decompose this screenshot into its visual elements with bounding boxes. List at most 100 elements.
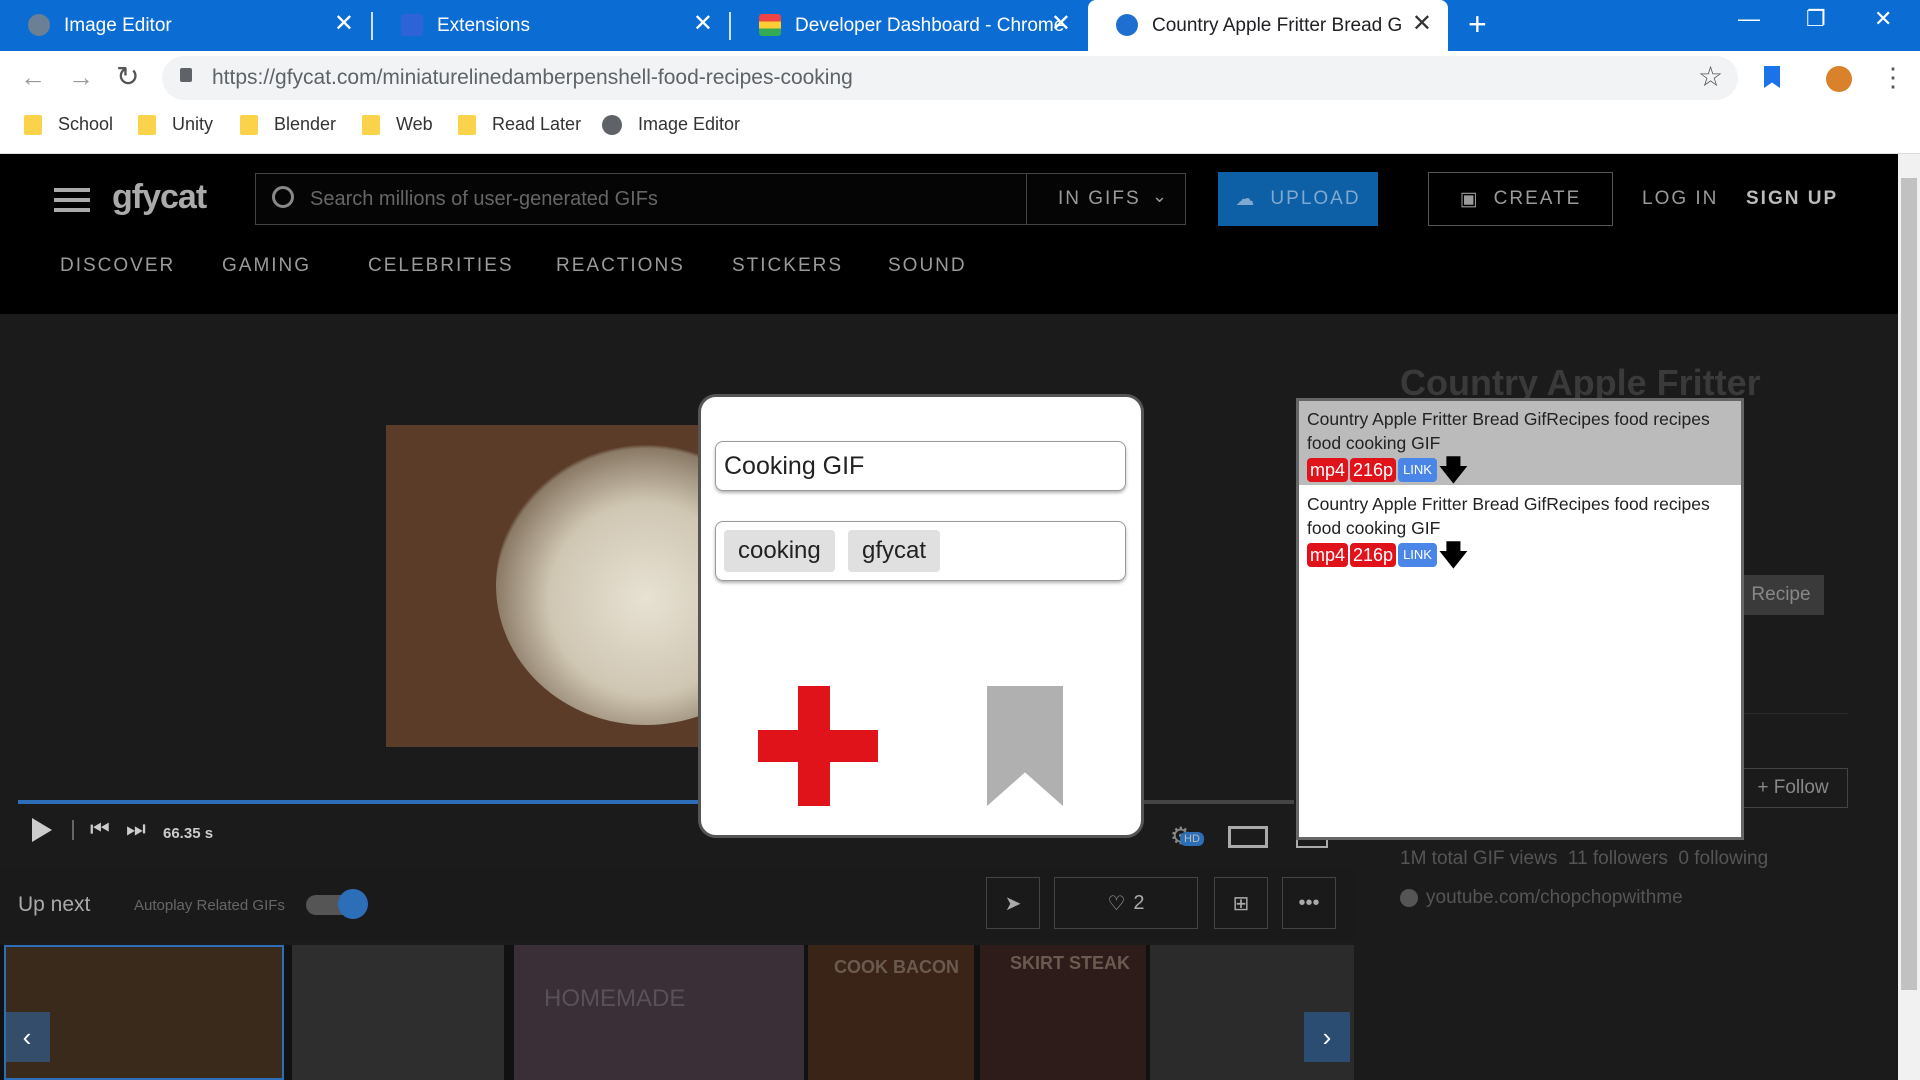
- hd-badge: HD: [1180, 832, 1204, 846]
- nav-stickers[interactable]: STICKERS: [732, 255, 843, 277]
- thumb-caption: HOMEMADE: [544, 985, 686, 1012]
- chevron-down-icon[interactable]: ⌄: [1152, 186, 1167, 207]
- gfycat-favicon-icon: [1116, 14, 1138, 36]
- previous-frame-icon[interactable]: ⏮: [90, 816, 110, 842]
- create-button[interactable]: ▣ CREATE: [1428, 172, 1613, 226]
- folder-icon: [138, 114, 156, 135]
- close-icon[interactable]: ✕: [693, 12, 713, 36]
- format-badge[interactable]: mp4: [1307, 458, 1349, 483]
- like-button[interactable]: ♡ 2: [1054, 877, 1198, 929]
- download-item[interactable]: Country Apple Fritter Bread GifRecipes f…: [1299, 401, 1741, 485]
- nav-reactions[interactable]: REACTIONS: [556, 255, 685, 277]
- tag-chip[interactable]: cooking: [724, 530, 835, 572]
- tab-title: Developer Dashboard - Chrome: [795, 14, 1065, 36]
- url-text: https://gfycat.com/miniaturelinedamberpe…: [212, 66, 853, 90]
- forward-icon[interactable]: →: [68, 62, 94, 93]
- next-frame-icon[interactable]: ⏭: [126, 816, 146, 842]
- site-logo[interactable]: gfycat: [112, 178, 207, 217]
- collection-add-icon: ⊞: [1232, 892, 1250, 915]
- video-time: 66.35 s: [163, 825, 214, 842]
- download-arrow-icon[interactable]: 🡇: [1439, 539, 1468, 570]
- download-arrow-icon[interactable]: 🡇: [1439, 454, 1468, 485]
- chevron-left-icon[interactable]: ‹: [4, 1012, 50, 1062]
- gif-title-field[interactable]: Cooking GIF: [715, 441, 1126, 491]
- download-item-title: Country Apple Fritter Bread GifRecipes f…: [1307, 494, 1710, 538]
- related-gif-thumb[interactable]: COOK BACON: [808, 945, 974, 1080]
- related-gif-thumb[interactable]: HOMEMADE: [514, 945, 804, 1080]
- search-divider: [1026, 173, 1027, 225]
- bookmark-label: Read Later: [492, 114, 582, 134]
- nav-discover[interactable]: DISCOVER: [60, 255, 175, 277]
- folder-icon: [240, 114, 258, 135]
- tag-recipe[interactable]: Recipe: [1738, 575, 1824, 615]
- nav-sound[interactable]: SOUND: [888, 255, 967, 277]
- share-button[interactable]: ➤: [986, 877, 1040, 929]
- quality-badge[interactable]: 216p: [1350, 458, 1397, 483]
- follow-button[interactable]: + Follow: [1738, 768, 1848, 808]
- download-item-title: Country Apple Fritter Bread GifRecipes f…: [1307, 409, 1710, 453]
- back-icon[interactable]: ←: [20, 62, 46, 93]
- related-gif-thumb[interactable]: SKIRT STEAK: [980, 945, 1146, 1080]
- scrollbar-thumb[interactable]: [1901, 178, 1917, 990]
- bookmark-web[interactable]: Web: [362, 114, 433, 135]
- tab-image-editor[interactable]: Image Editor ✕: [0, 0, 370, 51]
- new-tab-button[interactable]: +: [1468, 6, 1487, 43]
- reload-icon[interactable]: ↻: [116, 60, 139, 93]
- bookmark-label: Unity: [172, 114, 214, 134]
- nav-gaming[interactable]: GAMING: [222, 255, 311, 277]
- download-item[interactable]: Country Apple Fritter Bread GifRecipes f…: [1299, 486, 1741, 570]
- create-label: CREATE: [1493, 188, 1582, 209]
- add-plus-icon[interactable]: [758, 686, 878, 806]
- close-icon[interactable]: ✕: [1051, 12, 1071, 36]
- more-options-button[interactable]: •••: [1282, 877, 1336, 929]
- tag-chip[interactable]: gfycat: [848, 530, 941, 572]
- tab-gfycat[interactable]: Country Apple Fritter Bread GIF b ✕: [1088, 0, 1448, 51]
- close-icon[interactable]: ✕: [334, 12, 354, 36]
- bookmark-image-editor[interactable]: Image Editor: [602, 114, 740, 135]
- theater-mode-icon[interactable]: [1228, 826, 1268, 848]
- link-badge[interactable]: LINK: [1398, 543, 1437, 568]
- thumb-caption: COOK BACON: [834, 957, 959, 977]
- monitor-icon: ▣: [1459, 188, 1480, 210]
- up-next-label: Up next: [18, 893, 91, 916]
- folder-icon: [24, 114, 42, 135]
- bookmark-school[interactable]: School: [24, 114, 113, 135]
- close-window-icon[interactable]: ✕: [1874, 6, 1892, 32]
- video-progress-fill: [18, 800, 718, 804]
- hamburger-icon[interactable]: [54, 188, 90, 192]
- tab-developer-dashboard[interactable]: Developer Dashboard - Chrome ✕: [731, 0, 1087, 51]
- bookmark-label: Image Editor: [638, 114, 741, 134]
- star-icon[interactable]: ☆: [1698, 60, 1723, 93]
- tab-extensions[interactable]: Extensions ✕: [373, 0, 729, 51]
- cloud-upload-icon: ☁: [1235, 188, 1257, 210]
- extension-icon[interactable]: [1826, 66, 1852, 92]
- minimize-icon[interactable]: —: [1738, 6, 1760, 32]
- signup-link[interactable]: SIGN UP: [1746, 188, 1838, 210]
- creator-website-link[interactable]: youtube.com/chopchopwithme: [1426, 887, 1683, 909]
- bookmark-unity[interactable]: Unity: [138, 114, 213, 135]
- chrome-webstore-icon: [759, 14, 781, 36]
- format-badge[interactable]: mp4: [1307, 543, 1349, 568]
- globe-icon: [1400, 889, 1418, 907]
- tab-title: Image Editor: [64, 14, 172, 36]
- upload-button[interactable]: ☁ UPLOAD: [1218, 172, 1378, 226]
- login-link[interactable]: LOG IN: [1642, 188, 1718, 210]
- menu-icon[interactable]: ⋮: [1880, 62, 1906, 93]
- chevron-right-icon[interactable]: ›: [1304, 1012, 1350, 1062]
- quality-badge[interactable]: 216p: [1350, 543, 1397, 568]
- play-icon[interactable]: [32, 818, 52, 842]
- close-icon[interactable]: ✕: [1412, 12, 1432, 36]
- related-gif-thumb[interactable]: [292, 945, 504, 1080]
- bookmark-label: School: [58, 114, 114, 134]
- url-path: miniaturelinedamberpenshell-food-recipes…: [382, 66, 853, 89]
- search-icon: [272, 186, 294, 208]
- bookmark-blender[interactable]: Blender: [240, 114, 336, 135]
- link-badge[interactable]: LINK: [1398, 458, 1437, 483]
- send-icon: ➤: [1004, 892, 1022, 915]
- nav-celebrities[interactable]: CELEBRITIES: [368, 255, 514, 277]
- restore-icon[interactable]: ❐: [1806, 6, 1826, 32]
- bookmark-read-later[interactable]: Read Later: [458, 114, 581, 135]
- search-scope-dropdown[interactable]: IN GIFS: [1058, 188, 1141, 210]
- add-to-collection-button[interactable]: ⊞: [1214, 877, 1268, 929]
- autoplay-toggle-knob[interactable]: [338, 889, 368, 919]
